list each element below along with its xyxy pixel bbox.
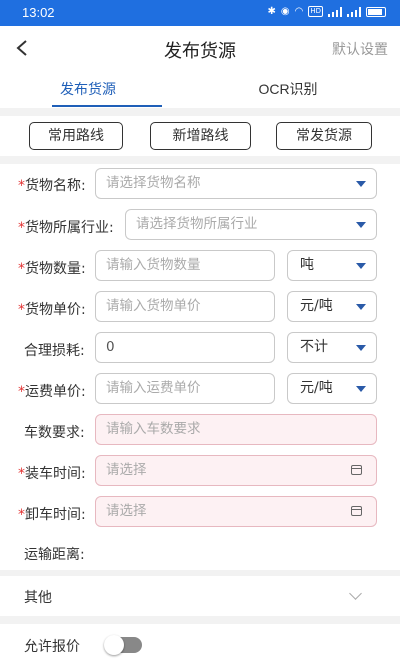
unit-price-input[interactable]: 请输入货物单价 bbox=[95, 291, 275, 322]
allow-bid-label: 允许报价 bbox=[24, 639, 80, 655]
unit-price-label: *货物单价: bbox=[18, 302, 86, 318]
location-icon: ◉ bbox=[280, 6, 290, 17]
calendar-icon bbox=[351, 465, 362, 475]
chevron-down-icon bbox=[349, 587, 362, 600]
distance-label: 运输距离: bbox=[24, 547, 85, 563]
tab-publish-cargo[interactable]: 发布货源 bbox=[8, 79, 168, 99]
add-route-button[interactable]: 新增路线 bbox=[150, 122, 251, 150]
status-icons: ✱ ◉ ◠ HD bbox=[267, 6, 386, 17]
cargo-name-select[interactable]: 请选择货物名称 bbox=[95, 168, 377, 199]
toggle-knob bbox=[104, 635, 124, 655]
tab-indicator bbox=[52, 105, 162, 107]
common-routes-button[interactable]: 常用路线 bbox=[29, 122, 123, 150]
loss-input[interactable]: 0 bbox=[95, 332, 275, 363]
divider bbox=[0, 156, 400, 164]
freight-price-label: *运费单价: bbox=[18, 384, 86, 400]
load-time-label: *装车时间: bbox=[18, 466, 86, 482]
industry-label: *货物所属行业: bbox=[18, 220, 114, 236]
chevron-down-icon bbox=[356, 386, 366, 392]
default-settings-button[interactable]: 默认设置 bbox=[332, 39, 388, 59]
bluetooth-icon: ✱ bbox=[267, 6, 276, 17]
loss-unit-select[interactable]: 不计 bbox=[287, 332, 377, 363]
vehicle-count-label: 车数要求: bbox=[24, 425, 85, 441]
divider bbox=[0, 616, 400, 624]
allow-bid-toggle[interactable] bbox=[104, 635, 142, 655]
signal-icon bbox=[347, 6, 361, 17]
quantity-unit-select[interactable]: 吨 bbox=[287, 250, 377, 281]
chevron-down-icon bbox=[356, 345, 366, 351]
frequent-cargo-button[interactable]: 常发货源 bbox=[276, 122, 372, 150]
chevron-down-icon bbox=[356, 263, 366, 269]
chevron-down-icon bbox=[356, 304, 366, 310]
hd-badge: HD bbox=[308, 6, 323, 17]
wifi-icon: ◠ bbox=[294, 6, 304, 17]
other-label: 其他 bbox=[24, 590, 52, 606]
chevron-down-icon bbox=[356, 181, 366, 187]
status-time: 13:02 bbox=[22, 5, 55, 20]
battery-icon bbox=[366, 6, 386, 17]
cargo-name-label: *货物名称: bbox=[18, 178, 86, 194]
unload-time-label: *卸车时间: bbox=[18, 507, 86, 523]
freight-price-input[interactable]: 请输入运费单价 bbox=[95, 373, 275, 404]
tab-bar: 发布货源 OCR识别 bbox=[0, 70, 400, 108]
nav-bar: 发布货源 默认设置 bbox=[0, 26, 400, 70]
industry-select[interactable]: 请选择货物所属行业 bbox=[125, 209, 377, 240]
quantity-label: *货物数量: bbox=[18, 261, 86, 277]
status-bar: 13:02 ✱ ◉ ◠ HD bbox=[0, 0, 400, 26]
calendar-icon bbox=[351, 506, 362, 516]
unload-time-picker[interactable]: 请选择 bbox=[95, 496, 377, 527]
chevron-down-icon bbox=[356, 222, 366, 228]
unit-price-unit-select[interactable]: 元/吨 bbox=[287, 291, 377, 322]
vehicle-count-input[interactable]: 请输入车数要求 bbox=[95, 414, 377, 445]
loss-label: 合理损耗: bbox=[24, 343, 85, 359]
freight-price-unit-select[interactable]: 元/吨 bbox=[287, 373, 377, 404]
divider bbox=[0, 108, 400, 116]
other-section-header[interactable]: 其他 bbox=[0, 576, 400, 616]
signal-icon bbox=[328, 6, 342, 17]
tab-ocr[interactable]: OCR识别 bbox=[208, 79, 368, 99]
load-time-picker[interactable]: 请选择 bbox=[95, 455, 377, 486]
quantity-input[interactable]: 请输入货物数量 bbox=[95, 250, 275, 281]
